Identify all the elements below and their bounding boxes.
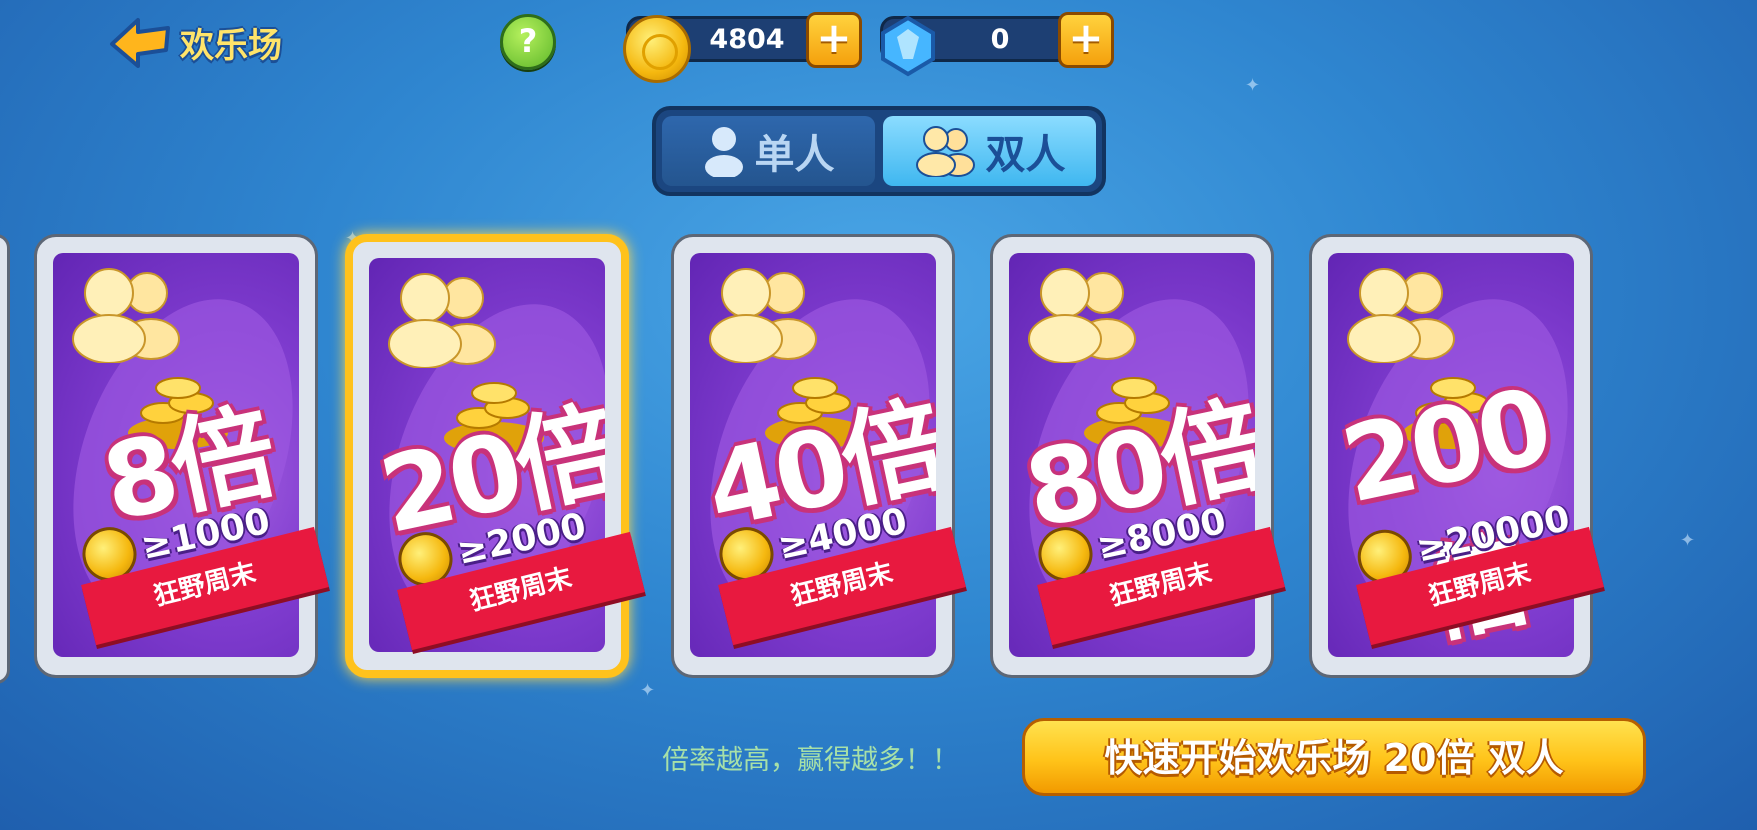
single-person-icon xyxy=(704,127,743,177)
partial-card xyxy=(0,234,10,684)
add-coins-button[interactable]: + xyxy=(806,12,862,68)
room-card[interactable]: 20倍 ≥2000 狂野周末 xyxy=(345,234,645,678)
two-people-icon xyxy=(1347,268,1455,363)
gem-balance: 0 + xyxy=(880,12,1114,77)
room-card[interactable]: 8倍 ≥1000 狂野周末 xyxy=(34,234,329,678)
mode-tabs: 单人 双人 xyxy=(652,106,1106,196)
two-people-icon xyxy=(915,126,975,177)
gem-amount: 0 xyxy=(990,23,1010,55)
coin-amount: 4804 xyxy=(709,23,785,55)
sparkle: ✦ xyxy=(1680,530,1696,551)
room-card[interactable]: 80倍 ≥8000 狂野周末 xyxy=(990,234,1285,678)
back-button[interactable]: 欢乐场 xyxy=(108,14,282,70)
sparkle: ✦ xyxy=(1245,75,1261,96)
add-gems-button[interactable]: + xyxy=(1058,12,1114,68)
room-card[interactable]: 200倍 ≥20000 狂野周末 xyxy=(1309,234,1604,678)
room-card[interactable]: 40倍 ≥4000 狂野周末 xyxy=(671,234,966,678)
tab-double[interactable]: 双人 xyxy=(883,116,1096,186)
back-arrow-icon xyxy=(110,18,170,68)
help-button[interactable]: ? xyxy=(500,14,556,70)
page-title: 欢乐场 xyxy=(180,25,282,66)
tab-double-label: 双人 xyxy=(985,132,1066,178)
tab-single[interactable]: 单人 xyxy=(662,116,875,186)
coin-icon xyxy=(623,15,691,83)
two-people-icon xyxy=(72,268,180,363)
two-people-icon xyxy=(388,273,496,368)
two-people-icon xyxy=(709,268,817,363)
two-people-icon xyxy=(1028,268,1136,363)
quick-start-button[interactable]: 快速开始欢乐场 20倍 双人 xyxy=(1022,718,1646,796)
hint-text: 倍率越高，赢得越多！！ xyxy=(662,745,959,776)
sparkle: ✦ xyxy=(640,680,656,701)
gem-icon xyxy=(881,15,935,77)
coin-balance: 4804 + xyxy=(623,12,862,83)
tab-single-label: 单人 xyxy=(754,132,835,178)
